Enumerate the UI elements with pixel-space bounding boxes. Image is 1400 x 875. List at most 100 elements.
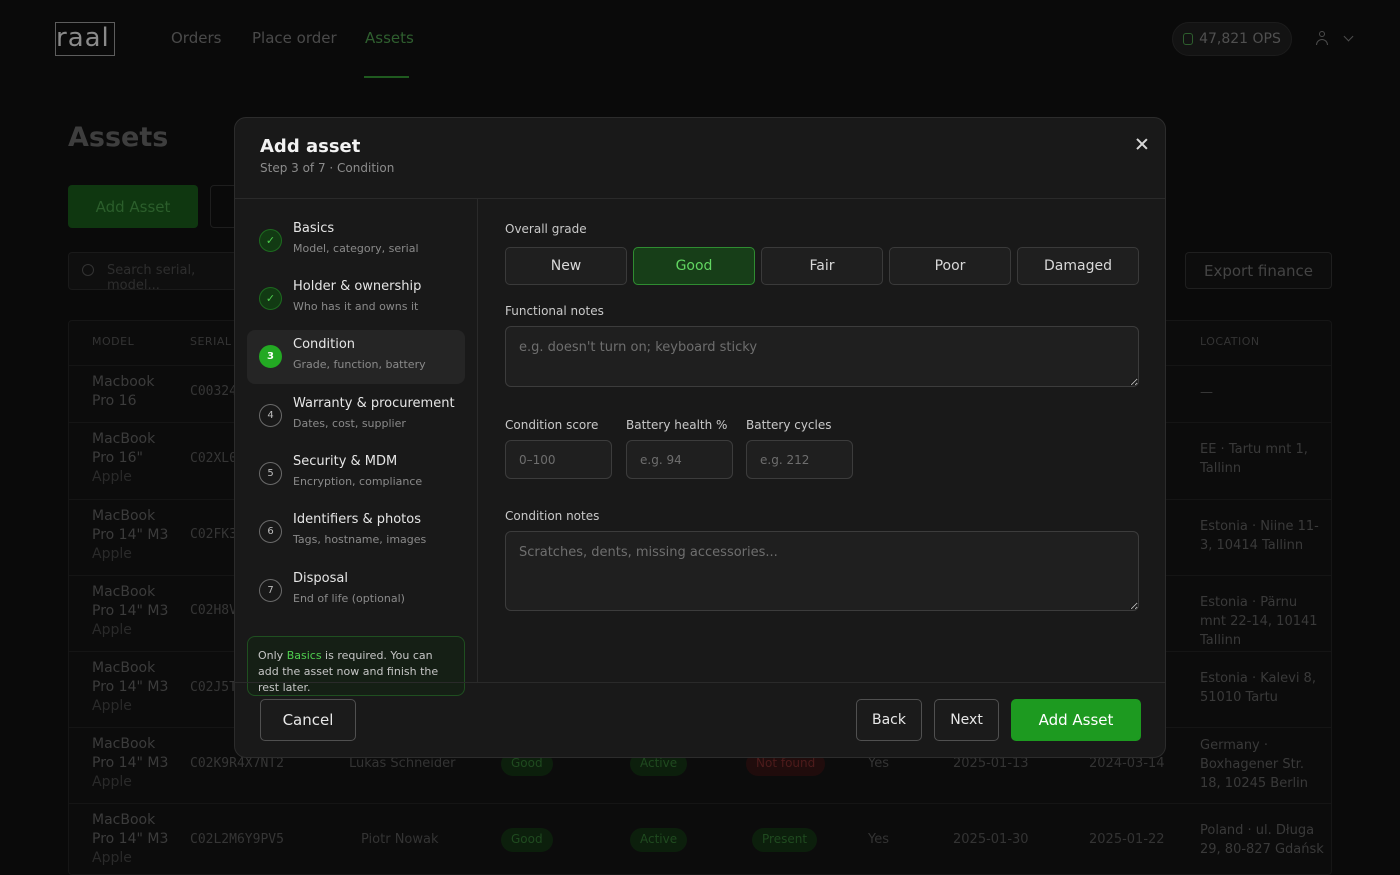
row-holder: Lukas Schneider — [349, 756, 456, 771]
row-model: MacBook Pro 16" Apple — [92, 431, 156, 485]
app-root: raal Orders Place order Assets 47,821 OP… — [0, 0, 1400, 875]
step-label: Disposal — [293, 571, 348, 586]
step-label: Security & MDM — [293, 454, 398, 469]
step-label: Identifiers & photos — [293, 512, 422, 527]
add-asset-modal: Add asset Step 3 of 7 · Condition ✓ Basi… — [234, 117, 1166, 758]
step-number: 4 — [259, 404, 282, 427]
grade-damaged-button[interactable]: Damaged — [1017, 247, 1139, 285]
step-disposal[interactable]: 7 Disposal End of life (optional) — [247, 564, 465, 618]
close-icon[interactable] — [1131, 133, 1153, 155]
step-number: 7 — [259, 579, 282, 602]
step-description: Model, category, serial — [293, 242, 419, 255]
battery-cycles-label: Battery cycles — [746, 418, 832, 432]
back-button[interactable]: Back — [856, 699, 922, 741]
step-number: 3 — [259, 345, 282, 368]
next-button[interactable]: Next — [934, 699, 999, 741]
ops-balance-value: 47,821 OPS — [1199, 31, 1281, 47]
top-nav: raal Orders Place order Assets 47,821 OP… — [0, 0, 1400, 78]
step-identifiers-photos[interactable]: 6 Identifiers & photos Tags, hostname, i… — [247, 505, 465, 559]
step-label: Condition — [293, 337, 356, 352]
ops-balance[interactable]: 47,821 OPS — [1172, 22, 1292, 56]
row-location: — — [1200, 385, 1213, 400]
cancel-button[interactable]: Cancel — [260, 699, 356, 741]
nav-assets[interactable]: Assets — [365, 29, 414, 47]
required-note: Only Basics is required. You can add the… — [247, 636, 465, 696]
column-header-model[interactable]: MODEL — [92, 335, 134, 348]
battery-health-field[interactable] — [626, 440, 733, 479]
step-description: Tags, hostname, images — [293, 533, 427, 546]
row-model: MacBook Pro 14" M3 Apple — [92, 736, 169, 790]
chevron-down-icon[interactable] — [1343, 31, 1354, 42]
add-asset-submit-button[interactable]: Add Asset — [1011, 699, 1141, 741]
step-label: Warranty & procurement — [293, 396, 455, 411]
grade-new-button[interactable]: New — [505, 247, 627, 285]
step-number: 6 — [259, 520, 282, 543]
row-serial: C00324 — [190, 384, 237, 399]
step-security-mdm[interactable]: 5 Security & MDM Encryption, compliance — [247, 447, 465, 501]
row-model: MacBook Pro 14" M3 Apple — [92, 508, 169, 562]
grade-good-button[interactable]: Good — [633, 247, 755, 285]
divider — [235, 198, 1165, 199]
nav-orders[interactable]: Orders — [171, 29, 221, 47]
row-location: EE · Tartu mnt 1, Tallinn — [1200, 442, 1308, 476]
row-model: MacBook Pro 14" M3 Apple — [92, 812, 169, 866]
battery-health-label: Battery health % — [626, 418, 728, 432]
grade-badge: Good — [501, 828, 553, 852]
step-warranty-procurement[interactable]: 4 Warranty & procurement Dates, cost, su… — [247, 389, 465, 443]
row-model: MacBook Pro 14" M3 Apple — [92, 584, 169, 638]
table-row[interactable] — [69, 803, 1331, 804]
condition-notes-field[interactable] — [505, 531, 1139, 611]
user-icon[interactable] — [1315, 31, 1329, 45]
row-mdm: Yes — [868, 756, 889, 771]
row-serial: C02K9R4X7NT2 — [190, 756, 284, 771]
row-location: Estonia · Kalevi 8, 51010 Tartu — [1200, 671, 1316, 705]
row-serial: C02J5T — [190, 680, 237, 695]
column-header-location[interactable]: LOCATION — [1200, 335, 1260, 348]
page-title: Assets — [68, 122, 169, 153]
nav-place-order[interactable]: Place order — [252, 29, 337, 47]
row-mdm: Yes — [868, 832, 889, 847]
row-serial: C02H8V — [190, 603, 237, 618]
step-label: Basics — [293, 221, 335, 236]
row-location: Germany · Boxhagener Str. 18, 10245 Berl… — [1200, 738, 1309, 791]
row-serial: C02XL0 — [190, 451, 237, 466]
condition-score-label: Condition score — [505, 418, 599, 432]
overall-grade-label: Overall grade — [505, 222, 587, 236]
nav-active-indicator — [364, 76, 409, 78]
row-serial: C02FK3 — [190, 527, 237, 542]
step-description: Grade, function, battery — [293, 358, 426, 371]
row-model: Macbook Pro 16 — [92, 374, 155, 409]
step-holder-ownership[interactable]: ✓ Holder & ownership Who has it and owns… — [247, 272, 465, 326]
step-condition[interactable]: 3 Condition Grade, function, battery — [247, 330, 465, 384]
add-asset-button[interactable]: Add Asset — [68, 185, 198, 228]
step-description: Dates, cost, supplier — [293, 417, 406, 430]
search-icon-wrap — [68, 252, 108, 290]
condition-score-field[interactable] — [505, 440, 612, 479]
note-highlight[interactable]: Basics — [287, 649, 322, 662]
export-finance-button[interactable]: Export finance — [1185, 252, 1332, 289]
logo[interactable]: raal — [55, 22, 115, 56]
battery-cycles-field[interactable] — [746, 440, 853, 479]
row-location: Estonia · Pärnu mnt 22-14, 10141 Tallinn — [1200, 595, 1318, 648]
step-description: End of life (optional) — [293, 592, 405, 605]
modal-subtitle: Step 3 of 7 · Condition — [260, 161, 395, 175]
grade-poor-button[interactable]: Poor — [889, 247, 1011, 285]
row-model: MacBook Pro 14" M3 Apple — [92, 660, 169, 714]
step-number: 5 — [259, 462, 282, 485]
presence-badge: Present — [752, 828, 818, 852]
step-description: Who has it and owns it — [293, 300, 419, 313]
modal-title: Add asset — [260, 136, 361, 157]
step-description: Encryption, compliance — [293, 475, 423, 488]
column-header-serial[interactable]: SERIAL — [190, 335, 231, 348]
row-location: Poland · ul. Długa 29, 80-827 Gdańsk — [1200, 823, 1324, 857]
row-date: 2025-01-30 — [953, 832, 1029, 847]
row-serial: C02L2M6Y9PV5 — [190, 832, 284, 847]
divider — [235, 682, 1165, 683]
search-icon — [82, 264, 94, 276]
divider — [477, 198, 478, 682]
grade-fair-button[interactable]: Fair — [761, 247, 883, 285]
step-basics[interactable]: ✓ Basics Model, category, serial — [247, 214, 465, 268]
row-location: Estonia · Niine 11-3, 10414 Tallinn — [1200, 519, 1319, 553]
row-holder: Piotr Nowak — [361, 832, 439, 847]
functional-notes-field[interactable] — [505, 326, 1139, 387]
